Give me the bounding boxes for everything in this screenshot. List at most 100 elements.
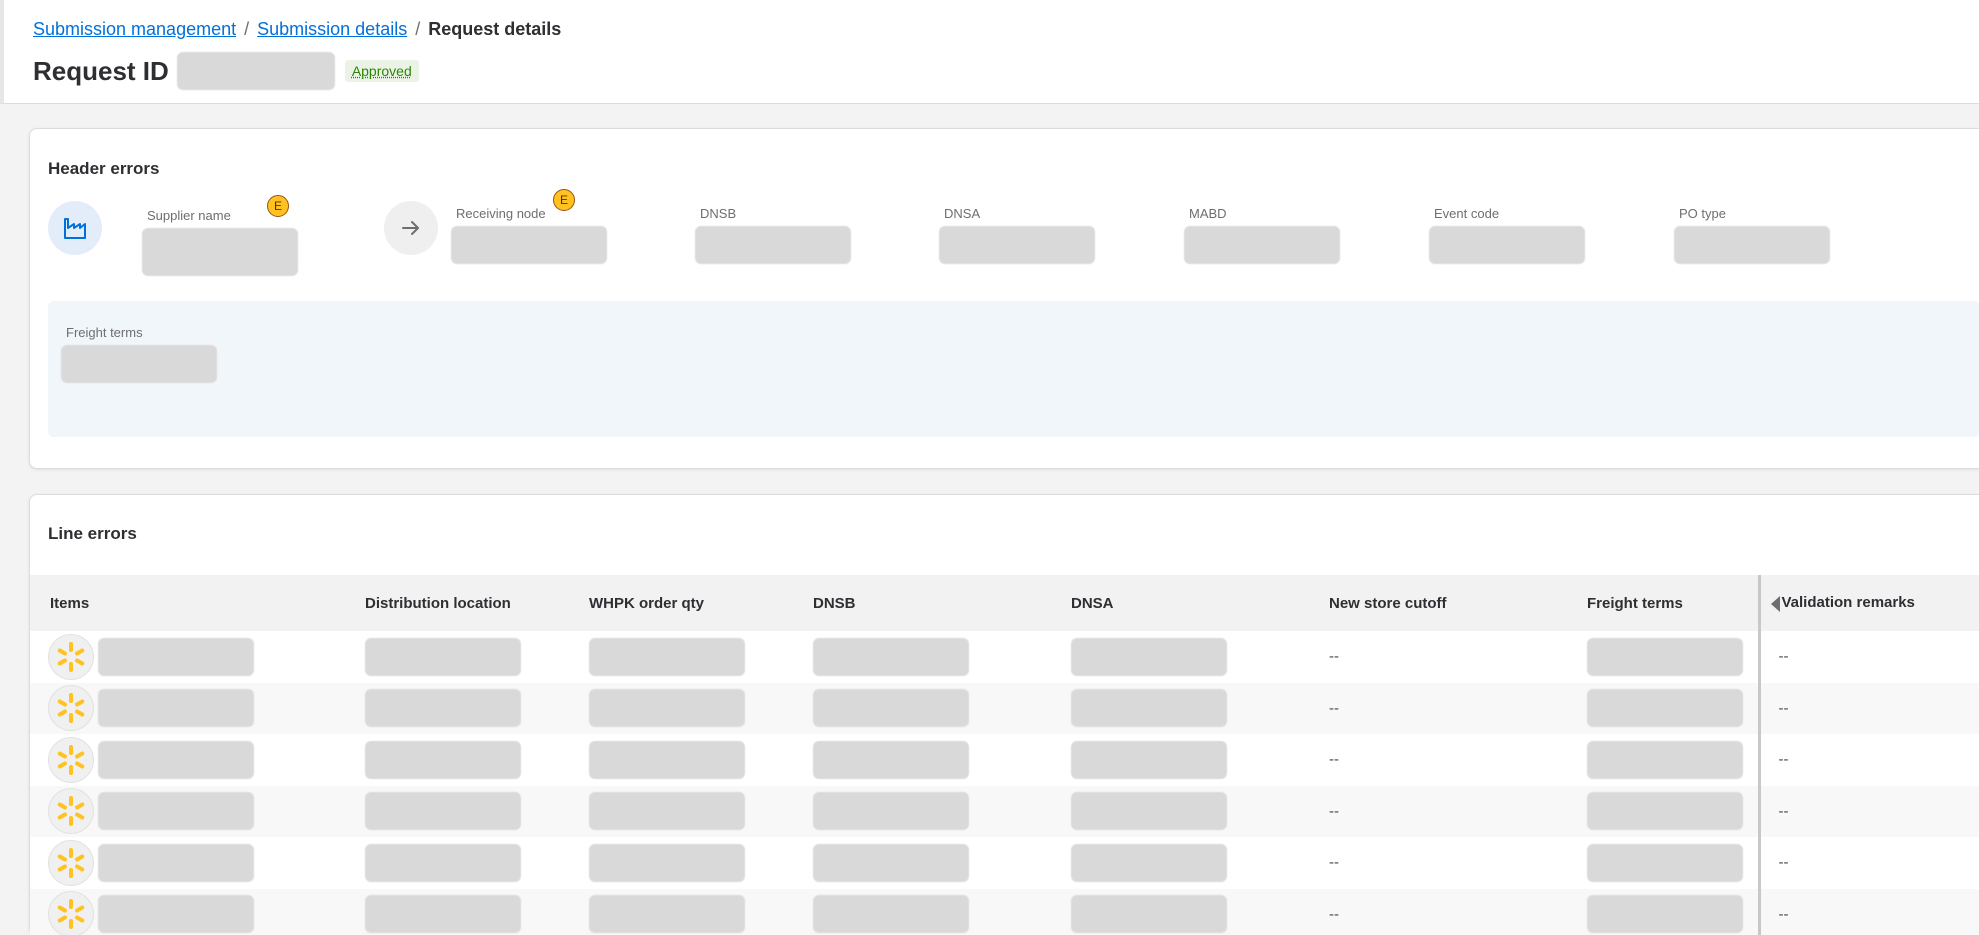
freight-terms-redacted bbox=[1587, 843, 1743, 882]
breadcrumb-submission-details[interactable]: Submission details bbox=[257, 19, 407, 40]
freight-terms-cell bbox=[1587, 837, 1759, 889]
dnsa-redacted bbox=[1071, 740, 1227, 779]
new-store-cutoff-value: -- bbox=[1329, 648, 1339, 666]
breadcrumb: Submission management / Submission detai… bbox=[33, 19, 561, 40]
page-header: Submission management / Submission detai… bbox=[0, 0, 1979, 104]
breadcrumb-separator: / bbox=[415, 19, 421, 39]
po-type-field: PO type bbox=[1674, 206, 1830, 264]
po-type-value-redacted bbox=[1674, 226, 1830, 264]
page-title: Request ID bbox=[33, 55, 169, 86]
new-store-cutoff-cell: -- bbox=[1329, 786, 1587, 838]
validation-remarks-value: -- bbox=[1778, 648, 1789, 666]
whpk-order-qty-redacted bbox=[589, 843, 745, 882]
mabd-field: MABD bbox=[1184, 206, 1340, 264]
new-store-cutoff-value: -- bbox=[1329, 905, 1339, 923]
event-code-value-redacted bbox=[1429, 226, 1585, 264]
freight-terms-redacted bbox=[1587, 740, 1743, 779]
status-badge[interactable]: Approved bbox=[344, 60, 419, 82]
whpk-order-qty-cell bbox=[589, 889, 813, 935]
receiving-node-error-badge[interactable]: E bbox=[553, 189, 575, 211]
validation-remarks-cell: -- bbox=[1757, 734, 1979, 786]
column-header-new-store-cutoff[interactable]: New store cutoff bbox=[1329, 575, 1587, 631]
supplier-name-field: Supplier name bbox=[142, 208, 298, 276]
whpk-order-qty-cell bbox=[589, 734, 813, 786]
distribution-location-cell bbox=[365, 889, 589, 935]
receiving-node-value-redacted bbox=[451, 226, 607, 264]
freight-terms-redacted bbox=[1587, 637, 1743, 676]
breadcrumb-separator: / bbox=[244, 19, 250, 39]
table-row[interactable]: -- -- bbox=[30, 631, 1979, 683]
whpk-order-qty-redacted bbox=[589, 895, 745, 934]
table-row[interactable]: -- -- bbox=[30, 734, 1979, 786]
table-row[interactable]: -- -- bbox=[30, 888, 1979, 935]
supplier-name-error-badge[interactable]: E bbox=[267, 195, 289, 217]
validation-remarks-cell: -- bbox=[1757, 837, 1979, 889]
table-row[interactable]: -- -- bbox=[30, 837, 1979, 889]
column-header-freight-terms[interactable]: Freight terms bbox=[1587, 575, 1759, 631]
whpk-order-qty-redacted bbox=[589, 689, 745, 728]
supplier-name-label: Supplier name bbox=[147, 208, 231, 223]
caret-left-icon[interactable] bbox=[1770, 595, 1780, 612]
dnsa-cell bbox=[1071, 786, 1329, 838]
freight-terms-redacted bbox=[1587, 895, 1743, 934]
arrow-right-icon bbox=[384, 201, 438, 255]
header-errors-card: Header errors Supplier name E Receiving … bbox=[29, 128, 1979, 469]
column-header-distribution-location[interactable]: Distribution location bbox=[365, 575, 589, 631]
new-store-cutoff-cell: -- bbox=[1329, 734, 1587, 786]
request-id-redacted bbox=[176, 52, 335, 90]
dnsb-value-redacted bbox=[695, 226, 851, 264]
item-name-redacted bbox=[98, 637, 254, 676]
freight-terms-label: Freight terms bbox=[66, 325, 143, 340]
table-row[interactable]: -- -- bbox=[30, 785, 1979, 838]
title-row: Request ID Approved bbox=[33, 52, 419, 90]
dnsb-redacted bbox=[813, 895, 969, 934]
distribution-location-redacted bbox=[365, 637, 521, 676]
line-errors-table: Items Distribution location WHPK order q… bbox=[30, 575, 1979, 935]
dnsa-redacted bbox=[1071, 895, 1227, 934]
column-header-whpk-order-qty[interactable]: WHPK order qty bbox=[589, 575, 813, 631]
validation-remarks-cell: -- bbox=[1757, 682, 1979, 734]
items-cell bbox=[30, 631, 365, 683]
dnsb-cell bbox=[813, 837, 1071, 889]
validation-remarks-value: -- bbox=[1778, 802, 1789, 820]
column-header-items[interactable]: Items bbox=[30, 575, 365, 631]
dnsb-cell bbox=[813, 786, 1071, 838]
dnsb-redacted bbox=[813, 740, 969, 779]
dnsa-field: DNSA bbox=[939, 206, 1095, 264]
distribution-location-cell bbox=[365, 631, 589, 683]
new-store-cutoff-cell: -- bbox=[1329, 631, 1587, 683]
po-type-label: PO type bbox=[1679, 206, 1726, 221]
whpk-order-qty-cell bbox=[589, 837, 813, 889]
item-name-redacted bbox=[98, 895, 254, 934]
distribution-location-cell bbox=[365, 837, 589, 889]
whpk-order-qty-redacted bbox=[589, 637, 745, 676]
header-errors-title: Header errors bbox=[48, 159, 160, 178]
validation-remarks-label: Validation remarks bbox=[1781, 594, 1915, 612]
validation-remarks-cell: -- bbox=[1757, 785, 1979, 837]
dnsb-redacted bbox=[813, 637, 969, 676]
distribution-location-cell bbox=[365, 734, 589, 786]
breadcrumb-submission-management[interactable]: Submission management bbox=[33, 19, 236, 40]
event-code-label: Event code bbox=[1434, 206, 1500, 221]
dnsb-redacted bbox=[813, 792, 969, 831]
distribution-location-redacted bbox=[365, 792, 521, 831]
dnsb-redacted bbox=[813, 843, 969, 882]
walmart-spark-icon bbox=[48, 839, 94, 886]
column-header-validation-remarks[interactable]: Validation remarks bbox=[1757, 575, 1979, 631]
dnsb-cell bbox=[813, 631, 1071, 683]
walmart-spark-icon bbox=[48, 685, 94, 732]
receiving-node-field: Receiving node bbox=[451, 206, 607, 264]
distribution-location-cell bbox=[365, 786, 589, 838]
dnsa-redacted bbox=[1071, 792, 1227, 831]
distribution-location-redacted bbox=[365, 895, 521, 934]
freight-terms-cell bbox=[1587, 683, 1759, 735]
new-store-cutoff-value: -- bbox=[1329, 751, 1339, 769]
dnsb-cell bbox=[813, 889, 1071, 935]
column-header-dnsa[interactable]: DNSA bbox=[1071, 575, 1329, 631]
mabd-label: MABD bbox=[1189, 206, 1227, 221]
supplier-name-value-redacted bbox=[142, 228, 298, 276]
whpk-order-qty-cell bbox=[589, 631, 813, 683]
column-header-dnsb[interactable]: DNSB bbox=[813, 575, 1071, 631]
table-row[interactable]: -- -- bbox=[30, 682, 1979, 735]
freight-terms-redacted bbox=[1587, 792, 1743, 831]
